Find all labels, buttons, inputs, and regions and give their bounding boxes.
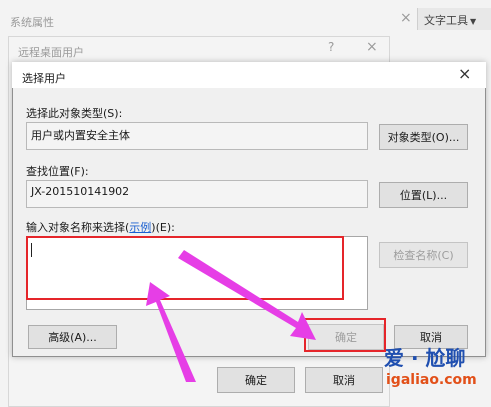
watermark-url: igaliao.com — [386, 372, 477, 388]
arrow-right-icon — [178, 250, 316, 340]
watermark-logo: 爱 · 尬聊 — [384, 346, 466, 370]
arrow-up-icon — [146, 282, 196, 382]
